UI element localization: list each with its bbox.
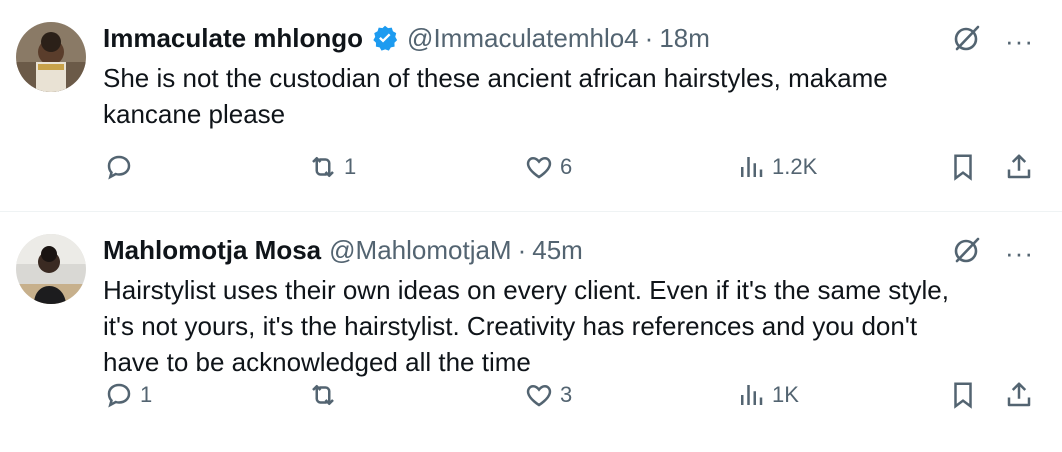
like-button[interactable]: 6 [524,152,572,182]
bookmark-icon [954,382,972,409]
reply-button[interactable]: 1 [104,380,152,410]
reply-count: 1 [140,382,153,407]
verified-badge-icon [371,24,399,52]
grok-icon[interactable] [951,234,983,271]
retweet-icon [312,385,334,405]
retweet-count: 1 [344,154,357,179]
views-button[interactable]: 1K [736,380,799,410]
share-button[interactable] [1004,152,1034,182]
author-name[interactable]: Immaculate mhlongo [103,23,363,54]
tweet-text: She is not the custodian of these ancien… [103,63,888,129]
like-count: 6 [560,154,573,179]
tweet[interactable]: Immaculate mhlongo @Immaculatemhlo4 · 18… [0,0,1062,212]
views-count: 1K [772,382,799,407]
tweet-header: Mahlomotja Mosa @MahlomotjaM · 45m [103,232,583,268]
views-count: 1.2K [772,154,818,179]
like-icon [526,384,552,407]
tweet-top-actions: ··· [951,234,1034,271]
like-button[interactable]: 3 [524,380,572,410]
share-icon [1007,382,1031,407]
tweet-text: Hairstylist uses their own ideas on ever… [103,275,949,377]
share-icon [1007,154,1031,179]
separator-dot: · [517,234,527,265]
author-name[interactable]: Mahlomotja Mosa [103,235,321,266]
tweet-top-actions: ··· [951,22,1034,59]
like-icon [526,156,552,179]
like-count: 3 [560,382,573,407]
retweet-icon [312,157,334,177]
tweet-header: Immaculate mhlongo @Immaculatemhlo4 · 18… [103,20,710,56]
retweet-button[interactable]: 1 [308,152,356,182]
bookmark-button[interactable] [948,380,978,410]
tweet-actions: 1 3 1K [0,380,1062,420]
reply-icon [107,155,131,180]
separator-dot: · [644,22,654,53]
avatar[interactable] [16,22,86,92]
reply-icon [107,383,131,408]
share-button[interactable] [1004,380,1034,410]
more-icon[interactable]: ··· [1005,28,1034,54]
views-icon [741,157,763,177]
bookmark-button[interactable] [948,152,978,182]
tweet-actions: 1 6 1.2K [0,152,1062,192]
reply-button[interactable] [104,152,140,182]
bookmark-icon [954,154,972,181]
retweet-button[interactable] [308,380,344,410]
views-button[interactable]: 1.2K [736,152,817,182]
author-handle[interactable]: @MahlomotjaM [329,235,511,266]
timestamp[interactable]: 45m [532,235,583,266]
tweet[interactable]: Mahlomotja Mosa @MahlomotjaM · 45m ··· H… [0,212,1062,452]
views-icon [741,385,763,405]
avatar[interactable] [16,234,86,304]
grok-icon[interactable] [951,22,983,59]
timestamp[interactable]: 18m [659,23,710,54]
more-icon[interactable]: ··· [1005,240,1034,266]
author-handle[interactable]: @Immaculatemhlo4 [407,23,639,54]
